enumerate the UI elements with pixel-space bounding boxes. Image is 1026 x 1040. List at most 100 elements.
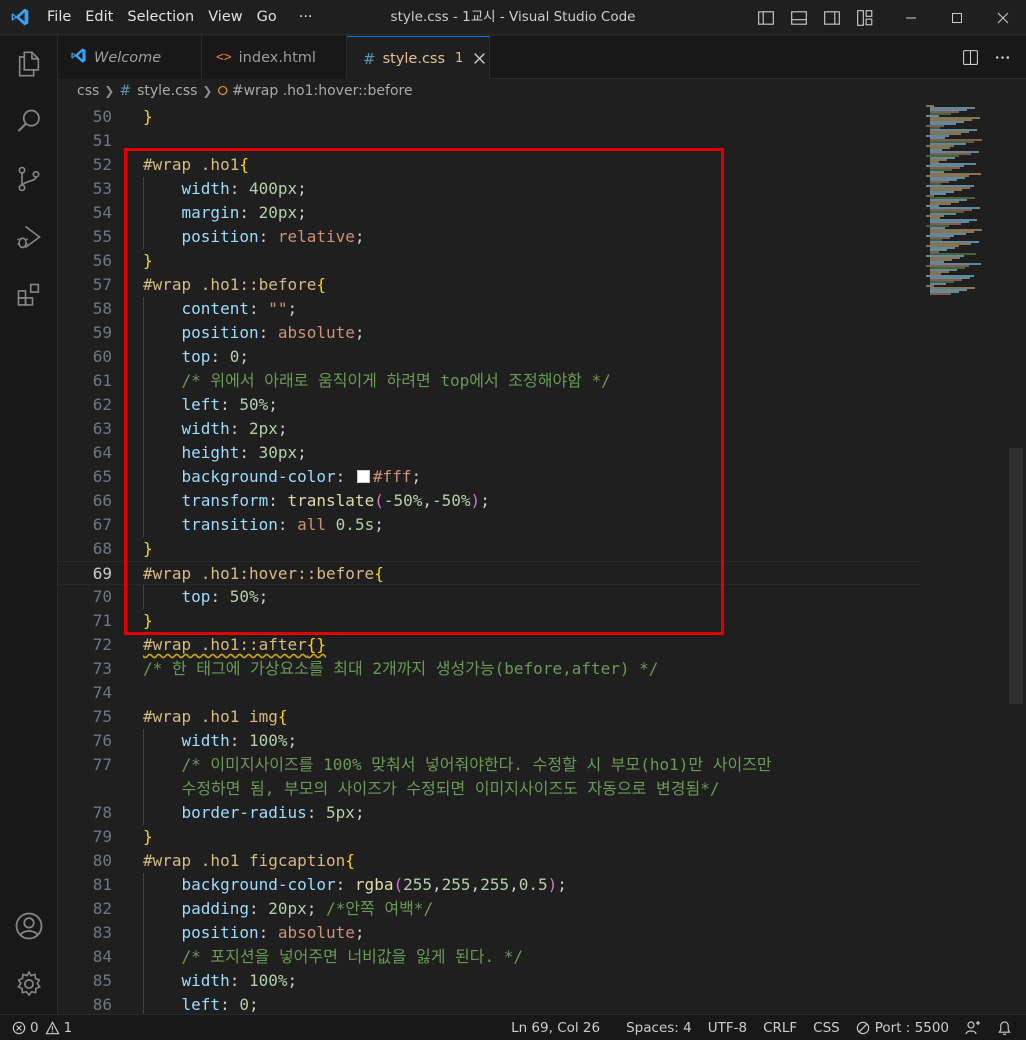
settings-gear-icon[interactable] <box>0 960 58 1008</box>
language-mode[interactable]: CSS <box>805 1015 848 1040</box>
code-line[interactable]: 62 left: 50%; <box>58 393 920 417</box>
maximize-icon[interactable] <box>934 0 980 35</box>
source-control-icon[interactable] <box>0 155 58 203</box>
line-code: left: 0; <box>181 995 259 1014</box>
breadcrumb-file[interactable]: style.css <box>137 83 197 99</box>
line-number: 72 <box>92 635 112 654</box>
code-line[interactable]: 69 #wrap .ho1:hover::before{ <box>58 561 920 585</box>
code-line[interactable]: 54 margin: 20px; <box>58 201 920 225</box>
explorer-icon[interactable] <box>0 40 58 88</box>
code-line[interactable]: 61 /* 위에서 아래로 움직이게 하려면 top에서 조정해야함 */ <box>58 369 920 393</box>
code-line[interactable]: 51 <box>58 129 920 153</box>
code-line[interactable]: 59 position: absolute; <box>58 321 920 345</box>
line-number: 76 <box>92 731 112 750</box>
code-line[interactable]: 70 top: 50%; <box>58 585 920 609</box>
breadcrumb-folder[interactable]: css <box>77 83 99 99</box>
menu-selection[interactable]: Selection <box>120 0 201 35</box>
close-window-icon[interactable] <box>980 0 1026 35</box>
line-number: 77 <box>92 755 112 774</box>
code-line[interactable]: 85 width: 100%; <box>58 969 920 993</box>
code-line[interactable]: 77 /* 이미지사이즈를 100% 맞춰서 넣어줘야한다. 수정할 시 부모(… <box>58 753 920 777</box>
code-editor[interactable]: 50} 51 52 #wrap .ho1{53 width: 400px; 54 mar… <box>58 103 1026 1014</box>
code-line[interactable]: 84 /* 포지션을 넣어주면 너비값을 잃게 된다. */ <box>58 945 920 969</box>
toggle-panel-icon[interactable] <box>787 6 810 29</box>
code-line[interactable]: 75 #wrap .ho1 img{ <box>58 705 920 729</box>
code-line[interactable]: 80 #wrap .ho1 figcaption{ <box>58 849 920 873</box>
code-line[interactable]: 81 background-color: rgba(255,255,255,0.… <box>58 873 920 897</box>
code-line[interactable]: 수정하면 됨, 부모의 사이즈가 수정되면 이미지사이즈도 자동으로 변경됨*/ <box>58 777 920 801</box>
line-code: width: 100%; <box>181 971 298 990</box>
account-icon[interactable] <box>0 902 58 950</box>
code-line[interactable]: 57 #wrap .ho1::before{ <box>58 273 920 297</box>
menu-view[interactable]: View <box>201 0 249 35</box>
tab-style-css[interactable]: # style.css 1 <box>347 36 490 80</box>
code-line[interactable]: 53 width: 400px; <box>58 177 920 201</box>
code-line[interactable]: 60 top: 0; <box>58 345 920 369</box>
line-code: } <box>143 251 153 270</box>
search-icon[interactable] <box>0 97 58 145</box>
line-number: 80 <box>92 851 112 870</box>
tab-index-html[interactable]: <> index.html <box>202 36 347 79</box>
extensions-icon[interactable] <box>0 271 58 319</box>
vscode-logo-icon[interactable] <box>0 0 40 35</box>
code-line[interactable]: 65 background-color: #fff; <box>58 465 920 489</box>
code-line[interactable]: 56} <box>58 249 920 273</box>
code-line[interactable]: 67 transition: all 0.5s; <box>58 513 920 537</box>
scrollbar-slider[interactable] <box>1009 448 1023 704</box>
port-label: Port : 5500 <box>874 1020 949 1036</box>
split-editor-icon[interactable] <box>956 44 984 72</box>
menu-edit[interactable]: Edit <box>78 0 120 35</box>
indent-guide <box>143 321 144 345</box>
more-actions-icon[interactable] <box>988 44 1016 72</box>
code-line[interactable]: 74 <box>58 681 920 705</box>
error-count: 0 <box>30 1019 39 1036</box>
code-line[interactable]: 71} <box>58 609 920 633</box>
menu-more[interactable]: ··· <box>292 0 320 35</box>
code-line[interactable]: 79} <box>58 825 920 849</box>
code-line[interactable]: 86 left: 0; <box>58 993 920 1014</box>
code-line[interactable]: 66 transform: translate(-50%,-50%); <box>58 489 920 513</box>
code-line[interactable]: 50} <box>58 105 920 129</box>
code-line[interactable]: 63 width: 2px; <box>58 417 920 441</box>
code-line[interactable]: 82 padding: 20px; /*안쪽 여백*/ <box>58 897 920 921</box>
code-line[interactable]: 83 position: absolute; <box>58 921 920 945</box>
customize-layout-icon[interactable] <box>853 6 876 29</box>
code-line[interactable]: 76 width: 100%; <box>58 729 920 753</box>
toggle-primary-sidebar-icon[interactable] <box>754 6 777 29</box>
line-code: } <box>143 539 153 558</box>
code-line[interactable]: 58 content: ""; <box>58 297 920 321</box>
line-number: 63 <box>92 419 112 438</box>
encoding[interactable]: UTF-8 <box>700 1015 755 1040</box>
cursor-position[interactable]: Ln 69, Col 26 <box>503 1015 618 1040</box>
line-code: position: relative; <box>181 227 365 246</box>
end-of-line[interactable]: CRLF <box>755 1015 805 1040</box>
code-line[interactable]: 78 border-radius: 5px; <box>58 801 920 825</box>
line-number: 73 <box>92 659 112 678</box>
code-line[interactable]: 64 height: 30px; <box>58 441 920 465</box>
code-line[interactable]: 55 position: relative; <box>58 225 920 249</box>
code-line[interactable]: 73 /* 한 태그에 가상요소를 최대 2개까지 생성가능(before,aft… <box>58 657 920 681</box>
feedback-icon[interactable] <box>957 1015 989 1040</box>
toggle-secondary-sidebar-icon[interactable] <box>820 6 843 29</box>
tab-welcome[interactable]: Welcome <box>58 36 202 79</box>
breadcrumb-symbol[interactable]: #wrap .ho1:hover::before <box>232 83 413 99</box>
line-number: 57 <box>92 275 112 294</box>
menu-file[interactable]: File <box>40 0 78 35</box>
problems-status[interactable]: 0 1 <box>0 1015 80 1040</box>
line-code: } <box>143 107 153 126</box>
code-line[interactable]: 68} <box>58 537 920 561</box>
line-code: position: absolute; <box>181 923 365 942</box>
notifications-bell-icon[interactable] <box>989 1015 1020 1040</box>
minimize-icon[interactable] <box>888 0 934 35</box>
css-icon: # <box>119 83 132 99</box>
code-line[interactable]: 52 #wrap .ho1{ <box>58 153 920 177</box>
indent-guide <box>143 369 144 393</box>
live-server-status[interactable]: Port : 5500 <box>848 1015 957 1040</box>
color-swatch[interactable] <box>356 470 370 483</box>
indentation[interactable]: Spaces: 4 <box>618 1015 700 1040</box>
menu-go[interactable]: Go <box>250 0 284 35</box>
close-tab-icon[interactable] <box>473 52 486 65</box>
run-and-debug-icon[interactable] <box>0 213 58 261</box>
line-code: 수정하면 됨, 부모의 사이즈가 수정되면 이미지사이즈도 자동으로 변경됨*/ <box>181 779 720 798</box>
code-line[interactable]: 72 #wrap .ho1::after{} <box>58 633 920 657</box>
